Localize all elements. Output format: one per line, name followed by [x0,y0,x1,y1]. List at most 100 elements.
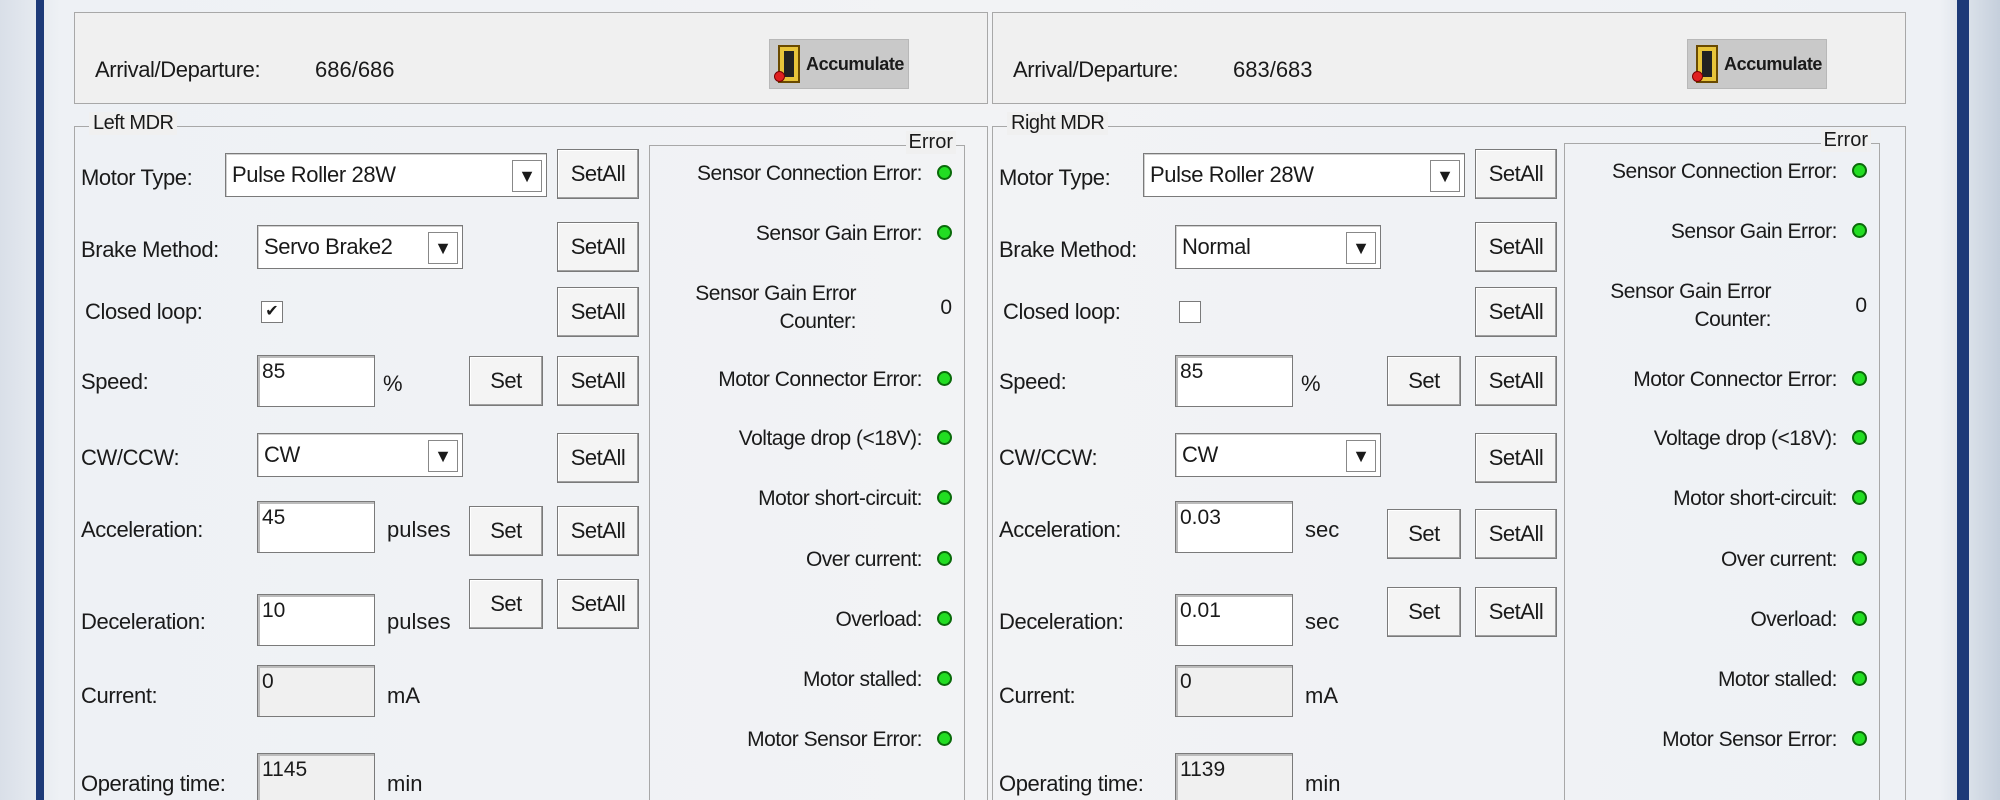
accumulate-label: Accumulate [1724,53,1823,74]
speed-input[interactable]: 85 [1175,355,1293,407]
voltage-drop-label: Voltage drop (<18V): [1653,427,1838,450]
acceleration-label: Acceleration: [81,517,203,542]
chevron-down-icon[interactable]: ▼ [512,160,542,192]
motor-stalled-led-icon [1852,671,1867,686]
cw-ccw-select[interactable]: CW ▼ [257,433,463,477]
sensor-connection-error-label: Sensor Connection Error: [1612,160,1837,183]
arrival-value: 683/683 [1233,57,1313,82]
sensor-gain-error-label: Sensor Gain Error: [755,222,923,245]
closed-loop-checkbox[interactable]: ✔ [261,301,283,323]
chevron-down-icon[interactable]: ▼ [428,440,458,472]
sensor-connection-error-label: Sensor Connection Error: [697,162,922,185]
left-mdr-panel: Arrival/Departure: 686/686 Accumulate Le… [72,0,992,800]
current-label: Current: [81,683,158,708]
closed-loop-label: Closed loop: [85,299,203,324]
chevron-down-icon[interactable]: ▼ [1346,232,1376,264]
set-deceleration-button[interactable]: Set [1387,587,1461,637]
acceleration-input[interactable]: 0.03 [1175,501,1293,553]
cw-ccw-select[interactable]: CW ▼ [1175,433,1381,477]
motor-connector-led-icon [937,371,952,386]
brake-method-label: Brake Method: [81,237,219,262]
accumulate-icon [774,43,802,85]
brake-method-select[interactable]: Normal ▼ [1175,225,1381,269]
cw-ccw-value: CW [1182,442,1218,467]
motor-type-label: Motor Type: [999,165,1111,190]
motor-type-select[interactable]: Pulse Roller 28W ▼ [225,153,547,197]
closed-loop-checkbox[interactable] [1179,301,1201,323]
set-speed-button[interactable]: Set [1387,356,1461,406]
current-readout: 0 [257,665,375,717]
setall-deceleration-button[interactable]: SetAll [1475,587,1557,637]
voltage-drop-led-icon [937,430,952,445]
error-group: Error Sensor Connection Error: Sensor Ga… [649,131,965,800]
setall-acceleration-button[interactable]: SetAll [557,506,639,556]
setall-closed-loop-button[interactable]: SetAll [557,287,639,337]
operating-time-value: 1139 [1180,758,1226,781]
motor-connector-led-icon [1852,371,1867,386]
deceleration-input[interactable]: 0.01 [1175,594,1293,646]
set-deceleration-button[interactable]: Set [469,579,543,629]
speed-input[interactable]: 85 [257,355,375,407]
current-label: Current: [999,683,1076,708]
acceleration-input[interactable]: 45 [257,501,375,553]
motor-short-circuit-label: Motor short-circuit: [1673,487,1837,510]
setall-deceleration-button[interactable]: SetAll [557,579,639,629]
deceleration-unit: pulses [387,609,451,634]
sensor-connection-led-icon [937,165,952,180]
operating-time-unit: min [1305,771,1341,796]
speed-unit: % [383,371,403,396]
accumulate-icon [1692,43,1720,85]
overload-led-icon [937,611,952,626]
deceleration-input[interactable]: 10 [257,594,375,646]
motor-stalled-label: Motor stalled: [802,668,923,691]
arrival-label: Arrival/Departure: [95,57,261,82]
set-speed-button[interactable]: Set [469,356,543,406]
overload-label: Overload: [1750,608,1837,631]
error-title: Error [905,131,956,154]
operating-time-unit: min [387,771,423,796]
accumulate-button[interactable]: Accumulate [769,39,909,89]
setall-closed-loop-button[interactable]: SetAll [1475,287,1557,337]
setall-speed-button[interactable]: SetAll [557,356,639,406]
motor-sensor-led-icon [937,731,952,746]
setall-motor-type-button[interactable]: SetAll [1475,149,1557,199]
voltage-drop-led-icon [1852,430,1867,445]
setall-speed-button[interactable]: SetAll [1475,356,1557,406]
set-acceleration-button[interactable]: Set [1387,509,1461,559]
operating-time-value: 1145 [262,758,308,781]
deceleration-value: 0.01 [1180,599,1221,622]
motor-short-led-icon [937,490,952,505]
gain-counter-value: 0 [1855,294,1867,317]
group-title: Right MDR [1007,112,1109,135]
setall-cw-button[interactable]: SetAll [1475,433,1557,483]
setall-motor-type-button[interactable]: SetAll [557,149,639,199]
chevron-down-icon[interactable]: ▼ [1430,160,1460,192]
speed-value: 85 [262,360,286,383]
motor-type-label: Motor Type: [81,165,193,190]
overload-label: Overload: [835,608,922,631]
overload-led-icon [1852,611,1867,626]
right-arrival-box: Arrival/Departure: 683/683 Accumulate [992,12,1906,104]
deceleration-label: Deceleration: [999,609,1124,634]
speed-value: 85 [1180,360,1204,383]
set-acceleration-button[interactable]: Set [469,506,543,556]
setall-cw-button[interactable]: SetAll [557,433,639,483]
chevron-down-icon[interactable]: ▼ [1346,440,1376,472]
setall-brake-button[interactable]: SetAll [557,222,639,272]
right-mdr-panel: Arrival/Departure: 683/683 Accumulate Ri… [990,0,1910,800]
chevron-down-icon[interactable]: ▼ [428,232,458,264]
setall-brake-button[interactable]: SetAll [1475,222,1557,272]
window-border-left [36,0,44,800]
brake-method-select[interactable]: Servo Brake2 ▼ [257,225,463,269]
setall-acceleration-button[interactable]: SetAll [1475,509,1557,559]
cw-ccw-label: CW/CCW: [81,445,180,470]
speed-unit: % [1301,371,1321,396]
motor-sensor-error-label: Motor Sensor Error: [747,728,922,751]
motor-connector-error-label: Motor Connector Error: [718,368,922,391]
acceleration-value: 0.03 [1180,506,1221,529]
error-group: Error Sensor Connection Error: Sensor Ga… [1564,129,1880,800]
sensor-gain-led-icon [1852,223,1867,238]
over-current-led-icon [937,551,952,566]
accumulate-button[interactable]: Accumulate [1687,39,1827,89]
motor-type-select[interactable]: Pulse Roller 28W ▼ [1143,153,1465,197]
